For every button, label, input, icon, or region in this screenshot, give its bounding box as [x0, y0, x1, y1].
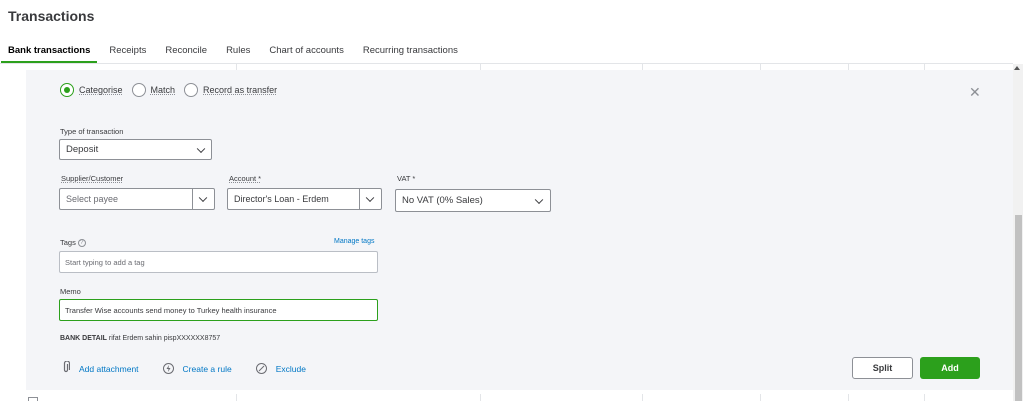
tab-rules[interactable]: Rules: [226, 40, 250, 64]
page-title: Transactions: [8, 8, 95, 24]
bank-detail: BANK DETAIL rifat Erdem sahin pispXXXXXX…: [60, 335, 220, 342]
type-of-transaction-select[interactable]: Deposit: [59, 139, 212, 160]
tab-reconcile[interactable]: Reconcile: [165, 40, 207, 64]
tags-label: Tags: [60, 238, 76, 247]
transaction-detail-panel: [26, 70, 1013, 390]
vat-label: VAT *: [397, 174, 416, 183]
match-radio[interactable]: [131, 83, 146, 97]
tab-recurring-transactions[interactable]: Recurring transactions: [363, 40, 458, 64]
column-divider: [480, 394, 481, 401]
categorise-radio[interactable]: [60, 83, 74, 97]
type-of-transaction-value: Deposit: [66, 144, 99, 155]
chevron-down-icon: [196, 144, 206, 153]
help-icon[interactable]: ?: [77, 239, 86, 248]
chevron-down-icon: [534, 195, 544, 204]
split-button[interactable]: Split: [852, 357, 913, 379]
tab-bar: Bank transactions Receipts Reconcile Rul…: [1, 40, 477, 64]
tab-chart-of-accounts[interactable]: Chart of accounts: [269, 40, 343, 64]
supplier-customer-label: Supplier/Customer: [61, 174, 124, 183]
row-checkbox[interactable]: [28, 397, 38, 401]
scrollbar-thumb[interactable]: [1015, 215, 1022, 401]
account-select[interactable]: Director's Loan - Erdem: [227, 188, 382, 210]
payee-dropdown-toggle[interactable]: [192, 189, 214, 209]
memo-value: Transfer Wise accounts send money to Tur…: [65, 305, 277, 315]
mode-radio-group: Categorise Match Record as transfer: [60, 83, 286, 97]
payee-placeholder: Select payee: [66, 194, 119, 204]
account-label: Account *: [229, 174, 262, 183]
bank-detail-label: BANK DETAIL: [60, 335, 107, 342]
tab-receipts[interactable]: Receipts: [109, 40, 146, 64]
column-divider: [236, 394, 237, 401]
column-divider: [760, 394, 761, 401]
create-rule-label: Create a rule: [182, 363, 232, 374]
lightning-icon: [162, 363, 174, 374]
type-of-transaction-label: Type of transaction: [60, 127, 124, 136]
close-icon[interactable]: ✕: [969, 84, 981, 101]
scroll-up-icon[interactable]: [1014, 66, 1020, 70]
vat-select[interactable]: No VAT (0% Sales): [395, 189, 551, 212]
chevron-down-icon: [365, 193, 375, 203]
memo-label: Memo: [60, 287, 81, 296]
categorise-label[interactable]: Categorise: [79, 85, 123, 95]
tags-label-group: Tags?: [60, 238, 86, 248]
tags-placeholder: Start typing to add a tag: [65, 257, 145, 267]
create-rule-button[interactable]: Create a rule: [162, 363, 232, 374]
account-value: Director's Loan - Erdem: [234, 194, 329, 204]
record-as-transfer-label[interactable]: Record as transfer: [203, 85, 277, 95]
tab-bank-transactions[interactable]: Bank transactions: [1, 40, 98, 64]
add-button[interactable]: Add: [920, 357, 980, 379]
tags-input[interactable]: Start typing to add a tag: [59, 251, 378, 273]
account-dropdown-toggle[interactable]: [359, 189, 381, 209]
record-as-transfer-radio[interactable]: [184, 83, 199, 97]
chevron-down-icon: [198, 193, 208, 203]
paperclip-icon: [62, 360, 71, 376]
manage-tags-link[interactable]: Manage tags: [334, 238, 374, 245]
payee-select[interactable]: Select payee: [59, 188, 215, 210]
add-attachment-button[interactable]: Add attachment: [62, 360, 139, 376]
prohibit-icon: [255, 363, 267, 374]
vat-value: No VAT (0% Sales): [402, 195, 483, 206]
memo-input[interactable]: Transfer Wise accounts send money to Tur…: [59, 299, 378, 321]
bank-detail-value: rifat Erdem sahin pispXXXXXX8757: [108, 335, 221, 342]
exclude-button[interactable]: Exclude: [255, 363, 306, 374]
match-label[interactable]: Match: [151, 85, 176, 95]
exclude-label: Exclude: [275, 363, 306, 374]
column-divider: [642, 394, 643, 401]
column-divider: [924, 394, 925, 401]
panel-actions: Add attachment Create a rule Exclude: [62, 360, 330, 376]
add-attachment-label: Add attachment: [79, 363, 139, 374]
column-divider: [848, 394, 849, 401]
